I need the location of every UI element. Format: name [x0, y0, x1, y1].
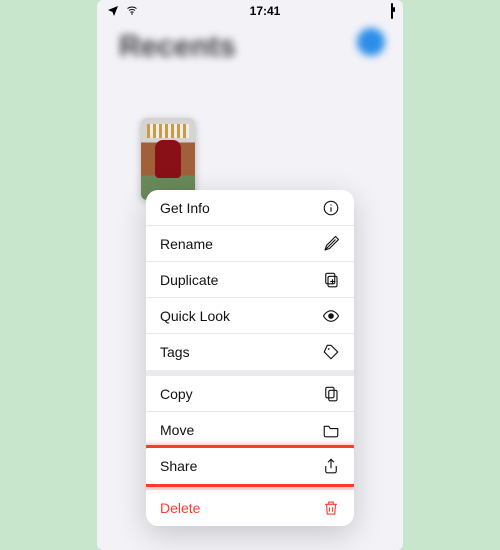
menu-item-label: Quick Look — [160, 308, 230, 324]
trash-icon — [322, 499, 340, 517]
menu-item-copy[interactable]: Copy — [146, 376, 354, 412]
wifi-icon — [125, 4, 139, 19]
context-menu: Get Info Rename Duplicate Quick Look — [146, 190, 354, 526]
menu-item-quicklook[interactable]: Quick Look — [146, 298, 354, 334]
menu-item-duplicate[interactable]: Duplicate — [146, 262, 354, 298]
folder-icon — [322, 421, 340, 439]
status-bar: 17:41 — [97, 0, 403, 22]
phone-frame: 17:41 Recents Get Info Rename Dup — [97, 0, 403, 550]
battery-charging-icon — [391, 4, 393, 18]
menu-item-label: Move — [160, 422, 194, 438]
info-icon — [322, 199, 340, 217]
menu-group-3: Delete — [146, 484, 354, 526]
menu-item-label: Copy — [160, 386, 193, 402]
clock: 17:41 — [250, 4, 281, 18]
file-thumbnail[interactable] — [141, 118, 195, 200]
more-button[interactable] — [357, 28, 385, 56]
menu-item-rename[interactable]: Rename — [146, 226, 354, 262]
tag-icon — [322, 343, 340, 361]
menu-item-share[interactable]: Share — [146, 448, 354, 484]
menu-item-label: Delete — [160, 500, 200, 516]
airplane-mode-icon — [107, 4, 119, 19]
menu-item-label: Share — [160, 458, 197, 474]
menu-group-1: Get Info Rename Duplicate Quick Look — [146, 190, 354, 370]
copy-icon — [322, 385, 340, 403]
menu-item-tags[interactable]: Tags — [146, 334, 354, 370]
menu-item-delete[interactable]: Delete — [146, 490, 354, 526]
duplicate-icon — [322, 271, 340, 289]
pencil-icon — [322, 235, 340, 253]
menu-item-label: Get Info — [160, 200, 210, 216]
menu-item-label: Tags — [160, 344, 190, 360]
menu-group-2: Copy Move Share — [146, 370, 354, 484]
menu-item-label: Duplicate — [160, 272, 218, 288]
menu-item-move[interactable]: Move — [146, 412, 354, 448]
eye-icon — [322, 307, 340, 325]
share-icon — [322, 457, 340, 475]
menu-item-label: Rename — [160, 236, 213, 252]
menu-item-getinfo[interactable]: Get Info — [146, 190, 354, 226]
